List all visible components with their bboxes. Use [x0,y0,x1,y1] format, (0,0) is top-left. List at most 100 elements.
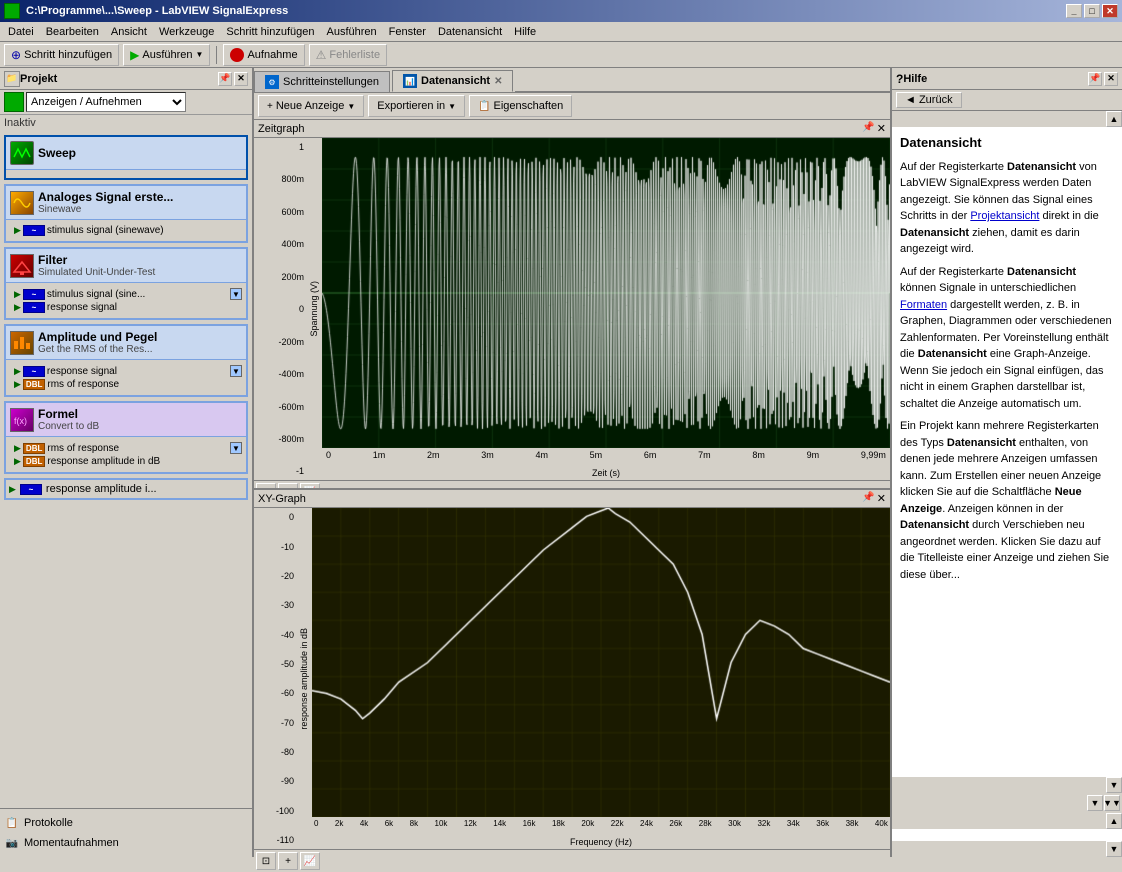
help-scroll-up[interactable]: ▲ [1106,111,1122,127]
project-toolbar-icon [4,92,24,112]
time-x-axis: 01m2m3m4m5m6m7m8m9m9,99m [322,448,890,468]
help-scroll-down-2[interactable]: ▼ [1087,795,1103,811]
xy-chart-controls[interactable]: 📌 ✕ [862,492,886,505]
tab-datenansicht[interactable]: 📊 Datenansicht ✕ [392,70,513,92]
step-analog-header: Analoges Signal erste... Sinewave [6,186,246,220]
analog-title: Analoges Signal erste... [38,190,173,204]
xy-x-label: Frequency (Hz) [312,837,890,849]
maximize-btn[interactable]: □ [1084,4,1100,18]
run-toolbar-btn[interactable]: ▶ Ausführen ▼ [123,44,210,66]
help-back-btn[interactable]: ◄ Zurück [896,92,962,108]
tab-schritteinstellungen[interactable]: ⚙ Schritteinstellungen [254,71,390,92]
time-close-icon[interactable]: ✕ [877,122,886,135]
time-chart-title: Zeitgraph [258,123,304,135]
menu-datei[interactable]: Datei [2,22,40,42]
time-chart-body: 1 800m 600m 400m 200m 0 -200m -400m -600… [254,138,890,480]
xy-close-icon[interactable]: ✕ [877,492,886,505]
formula-dropdown-1[interactable]: ▼ [230,442,242,454]
help-pin-btn[interactable]: 📌 [1088,72,1102,86]
close-btn[interactable]: ✕ [1102,4,1118,18]
error-list-toolbar-btn[interactable]: ⚠ Fehlerliste [309,44,388,66]
amp-subtitle: Get the RMS of the Res... [38,344,157,355]
properties-btn[interactable]: 📋 Eigenschaften [469,95,572,117]
help-link-2[interactable]: Formaten [900,299,947,311]
protokolle-item[interactable]: 📋 Protokolle [4,813,248,833]
filter-play-btn-1[interactable]: ▶ [14,289,21,300]
y-tick-3: 600m [256,207,304,217]
minimize-btn[interactable]: _ [1066,4,1082,18]
tab-close-icon[interactable]: ✕ [494,76,502,87]
xy-chart-area [312,508,890,817]
help-scroll-down[interactable]: ▼ [1106,777,1122,793]
steps-container: Sweep Analoges Signal erste... Sinewave … [0,131,252,808]
time-pin-icon[interactable]: 📌 [862,122,874,135]
new-display-btn[interactable]: + Neue Anzeige ▼ [258,95,364,117]
export-btn[interactable]: Exportieren in ▼ [368,95,465,117]
help-scroll-bottom[interactable]: ▼▼ [1104,795,1120,811]
step-formula: f(x) Formel Convert to dB ▶ DBL rms of r… [4,401,248,474]
add-step-toolbar-btn[interactable]: ⊕ Schritt hinzufügen [4,44,119,66]
filter-play-btn-2[interactable]: ▶ [14,302,21,313]
menu-fenster[interactable]: Fenster [383,22,432,42]
time-chart-controls[interactable]: 📌 ✕ [862,122,886,135]
left-panel-bottom: 📋 Protokolle 📷 Momentaufnahmen [0,808,252,857]
time-y-label: Spannung (V) [309,281,319,337]
analog-subtitle: Sinewave [38,204,173,215]
xy-zoom-in-btn[interactable]: + [278,852,298,870]
response-play-btn[interactable]: ▶ [9,484,16,495]
wave-badge-1: ~ [23,225,45,236]
help-section2-scroll-up[interactable]: ▲ [1106,813,1122,829]
xy-graph-btn3[interactable]: 📈 [300,852,320,870]
menu-hilfe[interactable]: Hilfe [508,22,542,42]
record-toolbar-btn[interactable]: Aufnahme [223,44,304,66]
help-close-btn[interactable]: ✕ [1104,72,1118,86]
xy-chart-main: 02k4k6k8k10k12k14k16k18k20k22k24k26k28k3… [312,508,890,849]
menu-bearbeiten[interactable]: Bearbeiten [40,22,105,42]
new-display-dropdown[interactable]: ▼ [347,102,355,111]
filter-output-row-2: ▶ ~ response signal [10,301,242,314]
record-icon [230,48,244,62]
amp-dropdown-1[interactable]: ▼ [230,365,242,377]
step-filter-header: Filter Simulated Unit-Under-Test [6,249,246,283]
analog-play-btn[interactable]: ▶ [14,225,21,236]
menu-ausfuehren[interactable]: Ausführen [320,22,382,42]
menu-werkzeuge[interactable]: Werkzeuge [153,22,220,42]
project-mode-select[interactable]: Anzeigen / Aufnehmen [26,92,186,112]
time-chart-panel: Zeitgraph 📌 ✕ 1 800m 600m 400m 200m 0 -2… [254,120,890,488]
amp-play-btn-2[interactable]: ▶ [14,379,21,390]
project-panel-controls[interactable]: 📌 ✕ [218,72,248,86]
filter-dropdown-1[interactable]: ▼ [230,288,242,300]
y-tick-11: -1 [256,466,304,476]
toolbar-separator [216,46,217,64]
menu-schritt-hinzufuegen[interactable]: Schritt hinzufügen [220,22,320,42]
project-icon: 📁 [4,71,20,87]
window-controls[interactable]: _ □ ✕ [1066,4,1118,18]
xy-y-label: response amplitude in dB [299,628,309,730]
help-para-2: Auf der Registerkarte Datenansicht könne… [900,264,1114,413]
amp-play-btn-1[interactable]: ▶ [14,366,21,377]
protokolle-icon: 📋 [4,815,20,831]
formula-play-btn-1[interactable]: ▶ [14,443,21,454]
momentaufnahmen-item[interactable]: 📷 Momentaufnahmen [4,833,248,853]
time-chart-area [322,138,890,448]
menu-ansicht[interactable]: Ansicht [105,22,153,42]
xy-y-axis: 0-10-20-30-40-50-60-70-80-90-100-110 [254,508,296,849]
export-dropdown[interactable]: ▼ [448,102,456,111]
pin-btn[interactable]: 📌 [218,72,232,86]
menu-bar: Datei Bearbeiten Ansicht Werkzeuge Schri… [0,22,1122,42]
formula-output-row-2: ▶ DBL response amplitude in dB [10,455,242,468]
sweep-title: Sweep [38,146,76,160]
help-para-3: Ein Projekt kann mehrere Registerkarten … [900,418,1114,583]
menu-datenansicht[interactable]: Datenansicht [432,22,508,42]
help-section2-scroll-down[interactable]: ▼ [1106,841,1122,857]
help-header: ? Hilfe 📌 ✕ [892,68,1122,90]
xy-zoom-fit-btn[interactable]: ⊡ [256,852,276,870]
time-x-label: Zeit (s) [322,468,890,480]
help-controls[interactable]: 📌 ✕ [1088,72,1118,86]
tab-bar: ⚙ Schritteinstellungen 📊 Datenansicht ✕ [254,68,890,93]
xy-pin-icon[interactable]: 📌 [862,492,874,505]
project-close-btn[interactable]: ✕ [234,72,248,86]
formula-play-btn-2[interactable]: ▶ [14,456,21,467]
help-link-1[interactable]: Projektansicht [970,210,1039,222]
project-status: Inaktiv [0,115,252,131]
